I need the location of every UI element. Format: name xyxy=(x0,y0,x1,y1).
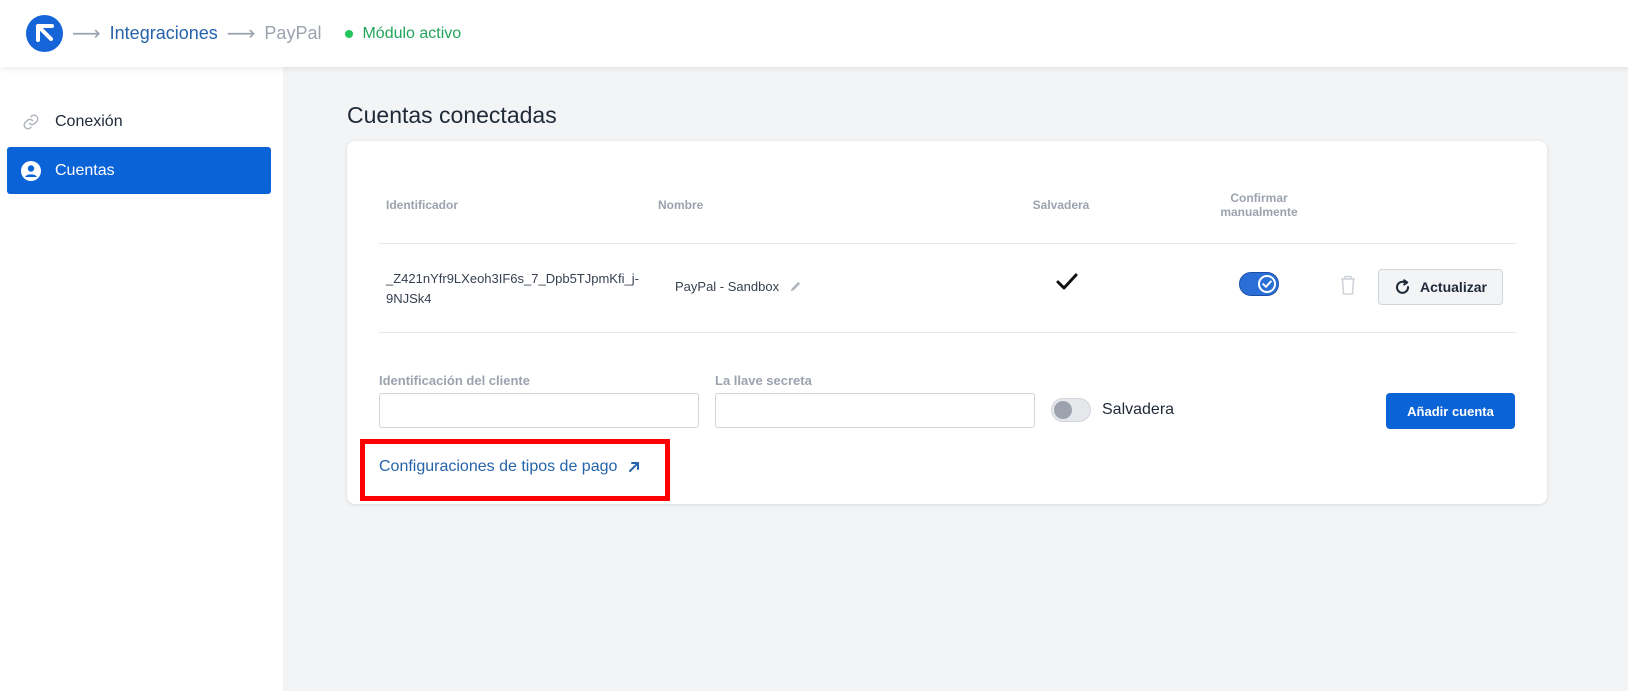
breadcrumb-arrow-icon: ⟶ xyxy=(226,22,256,45)
account-name-cell: PayPal - Sandbox xyxy=(675,279,802,294)
secret-key-label: La llave secreta xyxy=(715,373,812,388)
account-name: PayPal - Sandbox xyxy=(675,279,780,294)
sidebar-item-label: Cuentas xyxy=(55,161,115,179)
accounts-card: Identificador Nombre Salvadera Confirmar… xyxy=(347,141,1547,504)
column-header-name: Nombre xyxy=(658,198,704,212)
update-button-label: Actualizar xyxy=(1420,279,1487,295)
secret-key-input[interactable] xyxy=(715,393,1035,428)
client-id-label: Identificación del cliente xyxy=(379,373,530,388)
update-button[interactable]: Actualizar xyxy=(1378,269,1503,305)
add-account-button[interactable]: Añadir cuenta xyxy=(1386,393,1515,429)
app-logo[interactable] xyxy=(26,15,63,52)
table-divider xyxy=(379,243,1516,244)
client-id-input[interactable] xyxy=(379,393,699,428)
column-header-id: Identificador xyxy=(386,198,459,212)
confirm-manually-toggle[interactable] xyxy=(1239,272,1279,296)
top-bar: ⟶ Integraciones ⟶ PayPal Módulo activo xyxy=(0,0,1628,67)
module-status: Módulo activo xyxy=(345,25,461,43)
table-divider xyxy=(379,332,1516,333)
sidebar-item-cuentas[interactable]: Cuentas xyxy=(7,147,271,194)
arrow-up-left-logo-icon xyxy=(35,23,54,42)
toggle-knob xyxy=(1054,401,1072,419)
config-link-label: Configuraciones de tipos de pago xyxy=(379,458,618,475)
status-dot-icon xyxy=(345,29,354,38)
sandbox-check-icon xyxy=(1055,271,1079,298)
payment-types-config-link[interactable]: Configuraciones de tipos de pago xyxy=(379,458,641,476)
column-header-confirm: Confirmar manualmente xyxy=(1220,191,1298,219)
account-id: _Z421nYfr9LXeoh3IF6s_7_Dpb5TJpmKfi_j-9NJ… xyxy=(386,271,639,306)
refresh-icon xyxy=(1394,278,1411,296)
module-status-label: Módulo activo xyxy=(362,24,462,42)
external-arrow-icon xyxy=(627,460,641,474)
sidebar-item-conexion[interactable]: Conexión xyxy=(7,98,271,145)
edit-pencil-icon[interactable] xyxy=(789,280,802,293)
sandbox-toggle-label: Salvadera xyxy=(1102,401,1175,418)
breadcrumb-paypal: PayPal xyxy=(264,23,322,43)
sidebar: Conexión Cuentas xyxy=(0,67,283,691)
delete-trash-icon[interactable] xyxy=(1339,274,1357,301)
sidebar-item-label: Conexión xyxy=(55,112,123,130)
user-circle-icon xyxy=(21,160,41,181)
page-title: Cuentas conectadas xyxy=(347,102,557,128)
breadcrumb-integrations[interactable]: Integraciones xyxy=(110,23,218,44)
toggle-knob-check-icon xyxy=(1258,275,1276,293)
sandbox-toggle[interactable] xyxy=(1051,398,1091,422)
breadcrumb-arrow-icon: ⟶ xyxy=(72,22,101,45)
link-icon xyxy=(21,112,41,132)
column-header-sandbox: Salvadera xyxy=(1032,198,1090,212)
